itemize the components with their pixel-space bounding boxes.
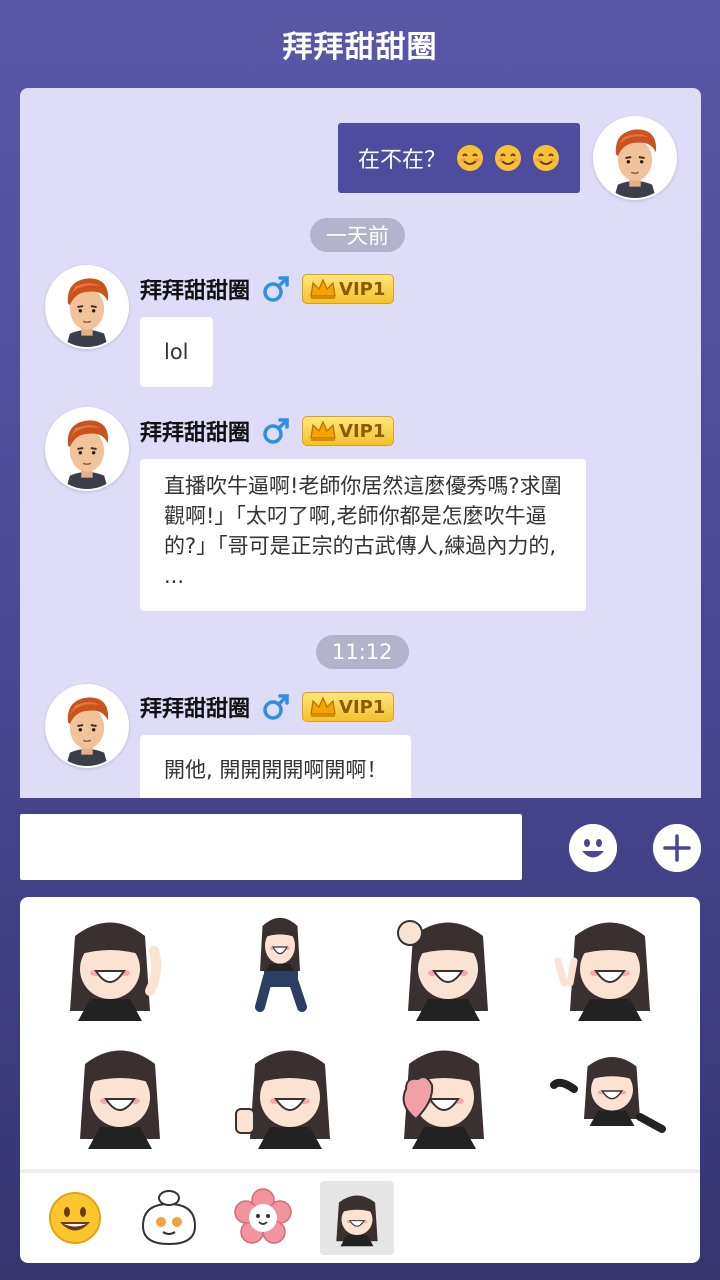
- my-avatar[interactable]: [593, 116, 677, 200]
- blush-emoji-icon: [495, 145, 521, 171]
- emoji-button[interactable]: [569, 824, 617, 872]
- plus-icon: [653, 824, 701, 872]
- sender-name: 拜拜甜甜圈: [140, 421, 251, 446]
- message-bubble[interactable]: lol: [140, 317, 213, 387]
- sender-avatar[interactable]: [45, 407, 129, 491]
- message-bubble[interactable]: 開他, 開開開開啊開啊！: [140, 735, 412, 798]
- sender-info: 拜拜甜甜圈 VIP1: [140, 273, 395, 305]
- plus-button[interactable]: [653, 824, 701, 872]
- male-icon: [263, 418, 289, 444]
- girl-thumbs-up-sticker[interactable]: [230, 1039, 350, 1149]
- girl-character-icon: [326, 1185, 388, 1251]
- vip-badge: VIP1: [302, 274, 395, 304]
- my-message-bubble[interactable]: 在不在？: [337, 123, 580, 193]
- crown-icon: [310, 696, 336, 717]
- vip-badge: VIP1: [302, 416, 395, 446]
- sender-info: 拜拜甜甜圈 VIP1: [140, 415, 395, 447]
- male-icon: [263, 276, 289, 302]
- message-bubble[interactable]: 直播吹牛逼啊!老師你居然這麼優秀嗎?求圍觀啊!」「太叼了啊,老師你都是怎麼吹牛逼…: [140, 459, 586, 611]
- sticker-pack-tab-smiley[interactable]: [38, 1181, 112, 1255]
- smiley-icon: [569, 824, 617, 872]
- flower-character-icon: [234, 1188, 292, 1244]
- blush-emoji-icon: [457, 145, 483, 171]
- crown-icon: [310, 278, 336, 299]
- input-bar: [0, 798, 720, 898]
- blush-emoji-icon: [533, 145, 559, 171]
- message-list[interactable]: 在不在？ 一天前 拜拜甜甜圈 VIP1 lol 拜拜甜甜圈 VIP1 直播吹牛逼…: [20, 88, 701, 798]
- sticker-pack-tab-flower[interactable]: [226, 1181, 300, 1255]
- vip-badge: VIP1: [302, 692, 395, 722]
- girl-heart-sticker[interactable]: [384, 1039, 504, 1149]
- sticker-pack-tab-chef[interactable]: [132, 1181, 206, 1255]
- timestamp-divider: 一天前: [310, 218, 405, 252]
- vip-label: VIP1: [339, 696, 386, 718]
- smiley-emoji-icon: [49, 1192, 101, 1244]
- sticker-panel: [20, 897, 700, 1263]
- male-icon: [263, 694, 289, 720]
- girl-point-sticker[interactable]: [550, 1039, 670, 1149]
- message-input[interactable]: [20, 814, 522, 880]
- sender-avatar[interactable]: [45, 265, 129, 349]
- sender-name: 拜拜甜甜圈: [140, 697, 251, 722]
- vip-label: VIP1: [339, 278, 386, 300]
- girl-grin-sticker[interactable]: [60, 1039, 180, 1149]
- chef-character-icon: [141, 1190, 197, 1246]
- my-message-text: 在不在？: [357, 148, 446, 173]
- girl-peace-sticker[interactable]: [550, 911, 670, 1021]
- girl-dance-sticker[interactable]: [220, 911, 340, 1021]
- vip-label: VIP1: [339, 420, 386, 442]
- sticker-pack-tab-girl[interactable]: [320, 1181, 394, 1255]
- sender-name: 拜拜甜甜圈: [140, 279, 251, 304]
- girl-wave-sticker[interactable]: [50, 911, 170, 1021]
- sticker-tabs-divider: [20, 1169, 700, 1173]
- sender-info: 拜拜甜甜圈 VIP1: [140, 691, 395, 723]
- chat-title: 拜拜甜甜圈: [282, 30, 438, 65]
- girl-ok-sticker[interactable]: [388, 911, 508, 1021]
- sender-avatar[interactable]: [45, 684, 129, 768]
- timestamp-divider: 11:12: [316, 635, 409, 669]
- crown-icon: [310, 420, 336, 441]
